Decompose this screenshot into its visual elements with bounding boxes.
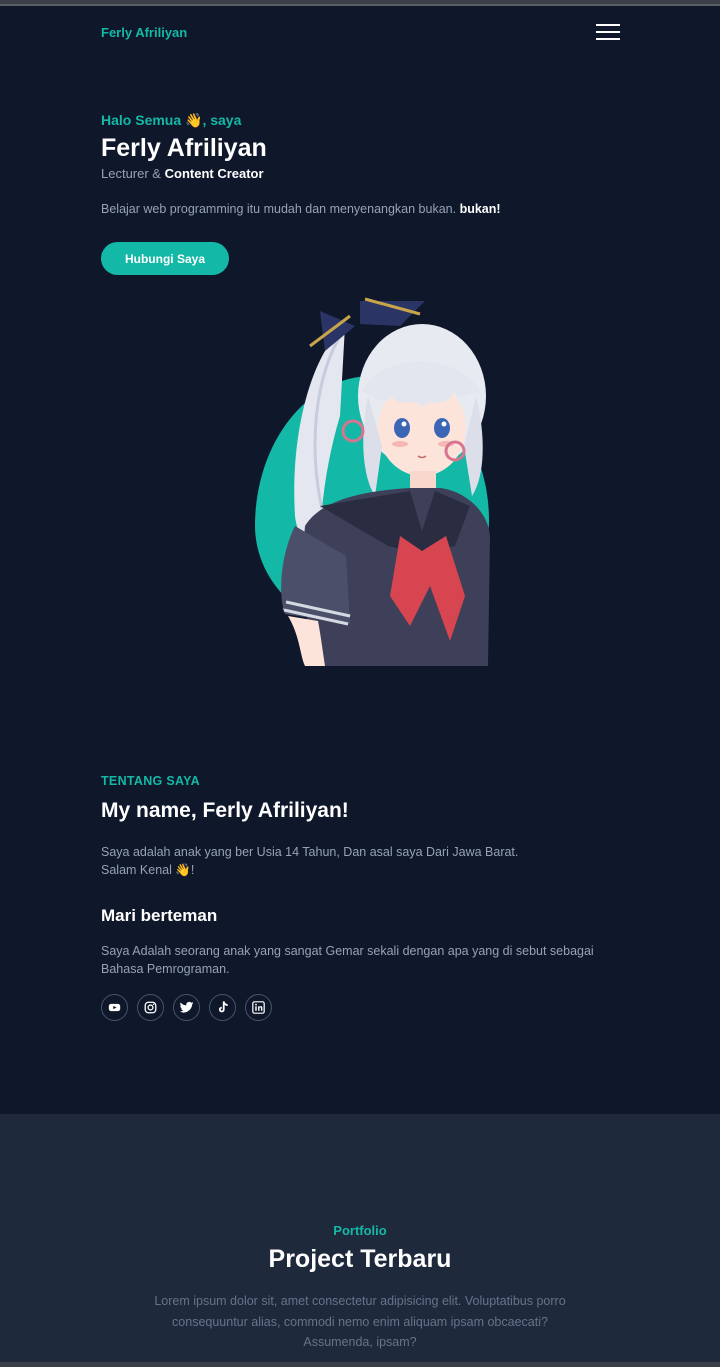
social-links: [101, 994, 272, 1021]
portfolio-kicker: Portfolio: [333, 1223, 387, 1238]
about-text-line2: Salam Kenal 👋!: [101, 863, 195, 877]
hero-description: Belajar web programming itu mudah dan me…: [101, 202, 501, 216]
about-title: My name, Ferly Afriliyan!: [101, 799, 349, 822]
hero-name: Ferly Afriliyan: [101, 134, 267, 162]
about-subtitle: Mari berteman: [101, 906, 218, 925]
hamburger-menu-icon[interactable]: [596, 23, 620, 41]
about-kicker: TENTANG SAYA: [101, 774, 200, 788]
hero-portrait-image: [250, 296, 500, 668]
portfolio-section: Portfolio Project Terbaru Lorem ipsum do…: [0, 1114, 720, 1367]
brand-logo[interactable]: Ferly Afriliyan: [101, 25, 187, 40]
contact-button[interactable]: Hubungi Saya: [101, 242, 229, 275]
about-text-line1: Saya adalah anak yang ber Usia 14 Tahun,…: [101, 845, 519, 859]
browser-bottom-border: [0, 1362, 720, 1367]
instagram-icon[interactable]: [137, 994, 164, 1021]
hero-greeting: Halo Semua 👋, saya: [101, 112, 242, 128]
tiktok-icon[interactable]: [209, 994, 236, 1021]
hero-role-highlight: Content Creator: [164, 166, 264, 181]
hero-role-prefix: Lecturer &: [101, 166, 161, 181]
anime-girl-portrait: [281, 297, 490, 666]
portfolio-title: Project Terbaru: [268, 1245, 452, 1273]
hero-description-text: Belajar web programming itu mudah dan me…: [101, 202, 457, 216]
youtube-icon[interactable]: [101, 994, 128, 1021]
twitter-icon[interactable]: [173, 994, 200, 1021]
about-text2: Saya Adalah seorang anak yang sangat Gem…: [101, 944, 594, 976]
hero-role: Lecturer & Content Creator: [101, 166, 264, 181]
linkedin-icon[interactable]: [245, 994, 272, 1021]
navbar: Ferly Afriliyan: [0, 6, 720, 60]
about-text: Saya adalah anak yang ber Usia 14 Tahun,…: [101, 843, 621, 879]
hero-description-bold: bukan!: [459, 202, 501, 216]
portfolio-description: Lorem ipsum dolor sit, amet consectetur …: [154, 1294, 566, 1349]
